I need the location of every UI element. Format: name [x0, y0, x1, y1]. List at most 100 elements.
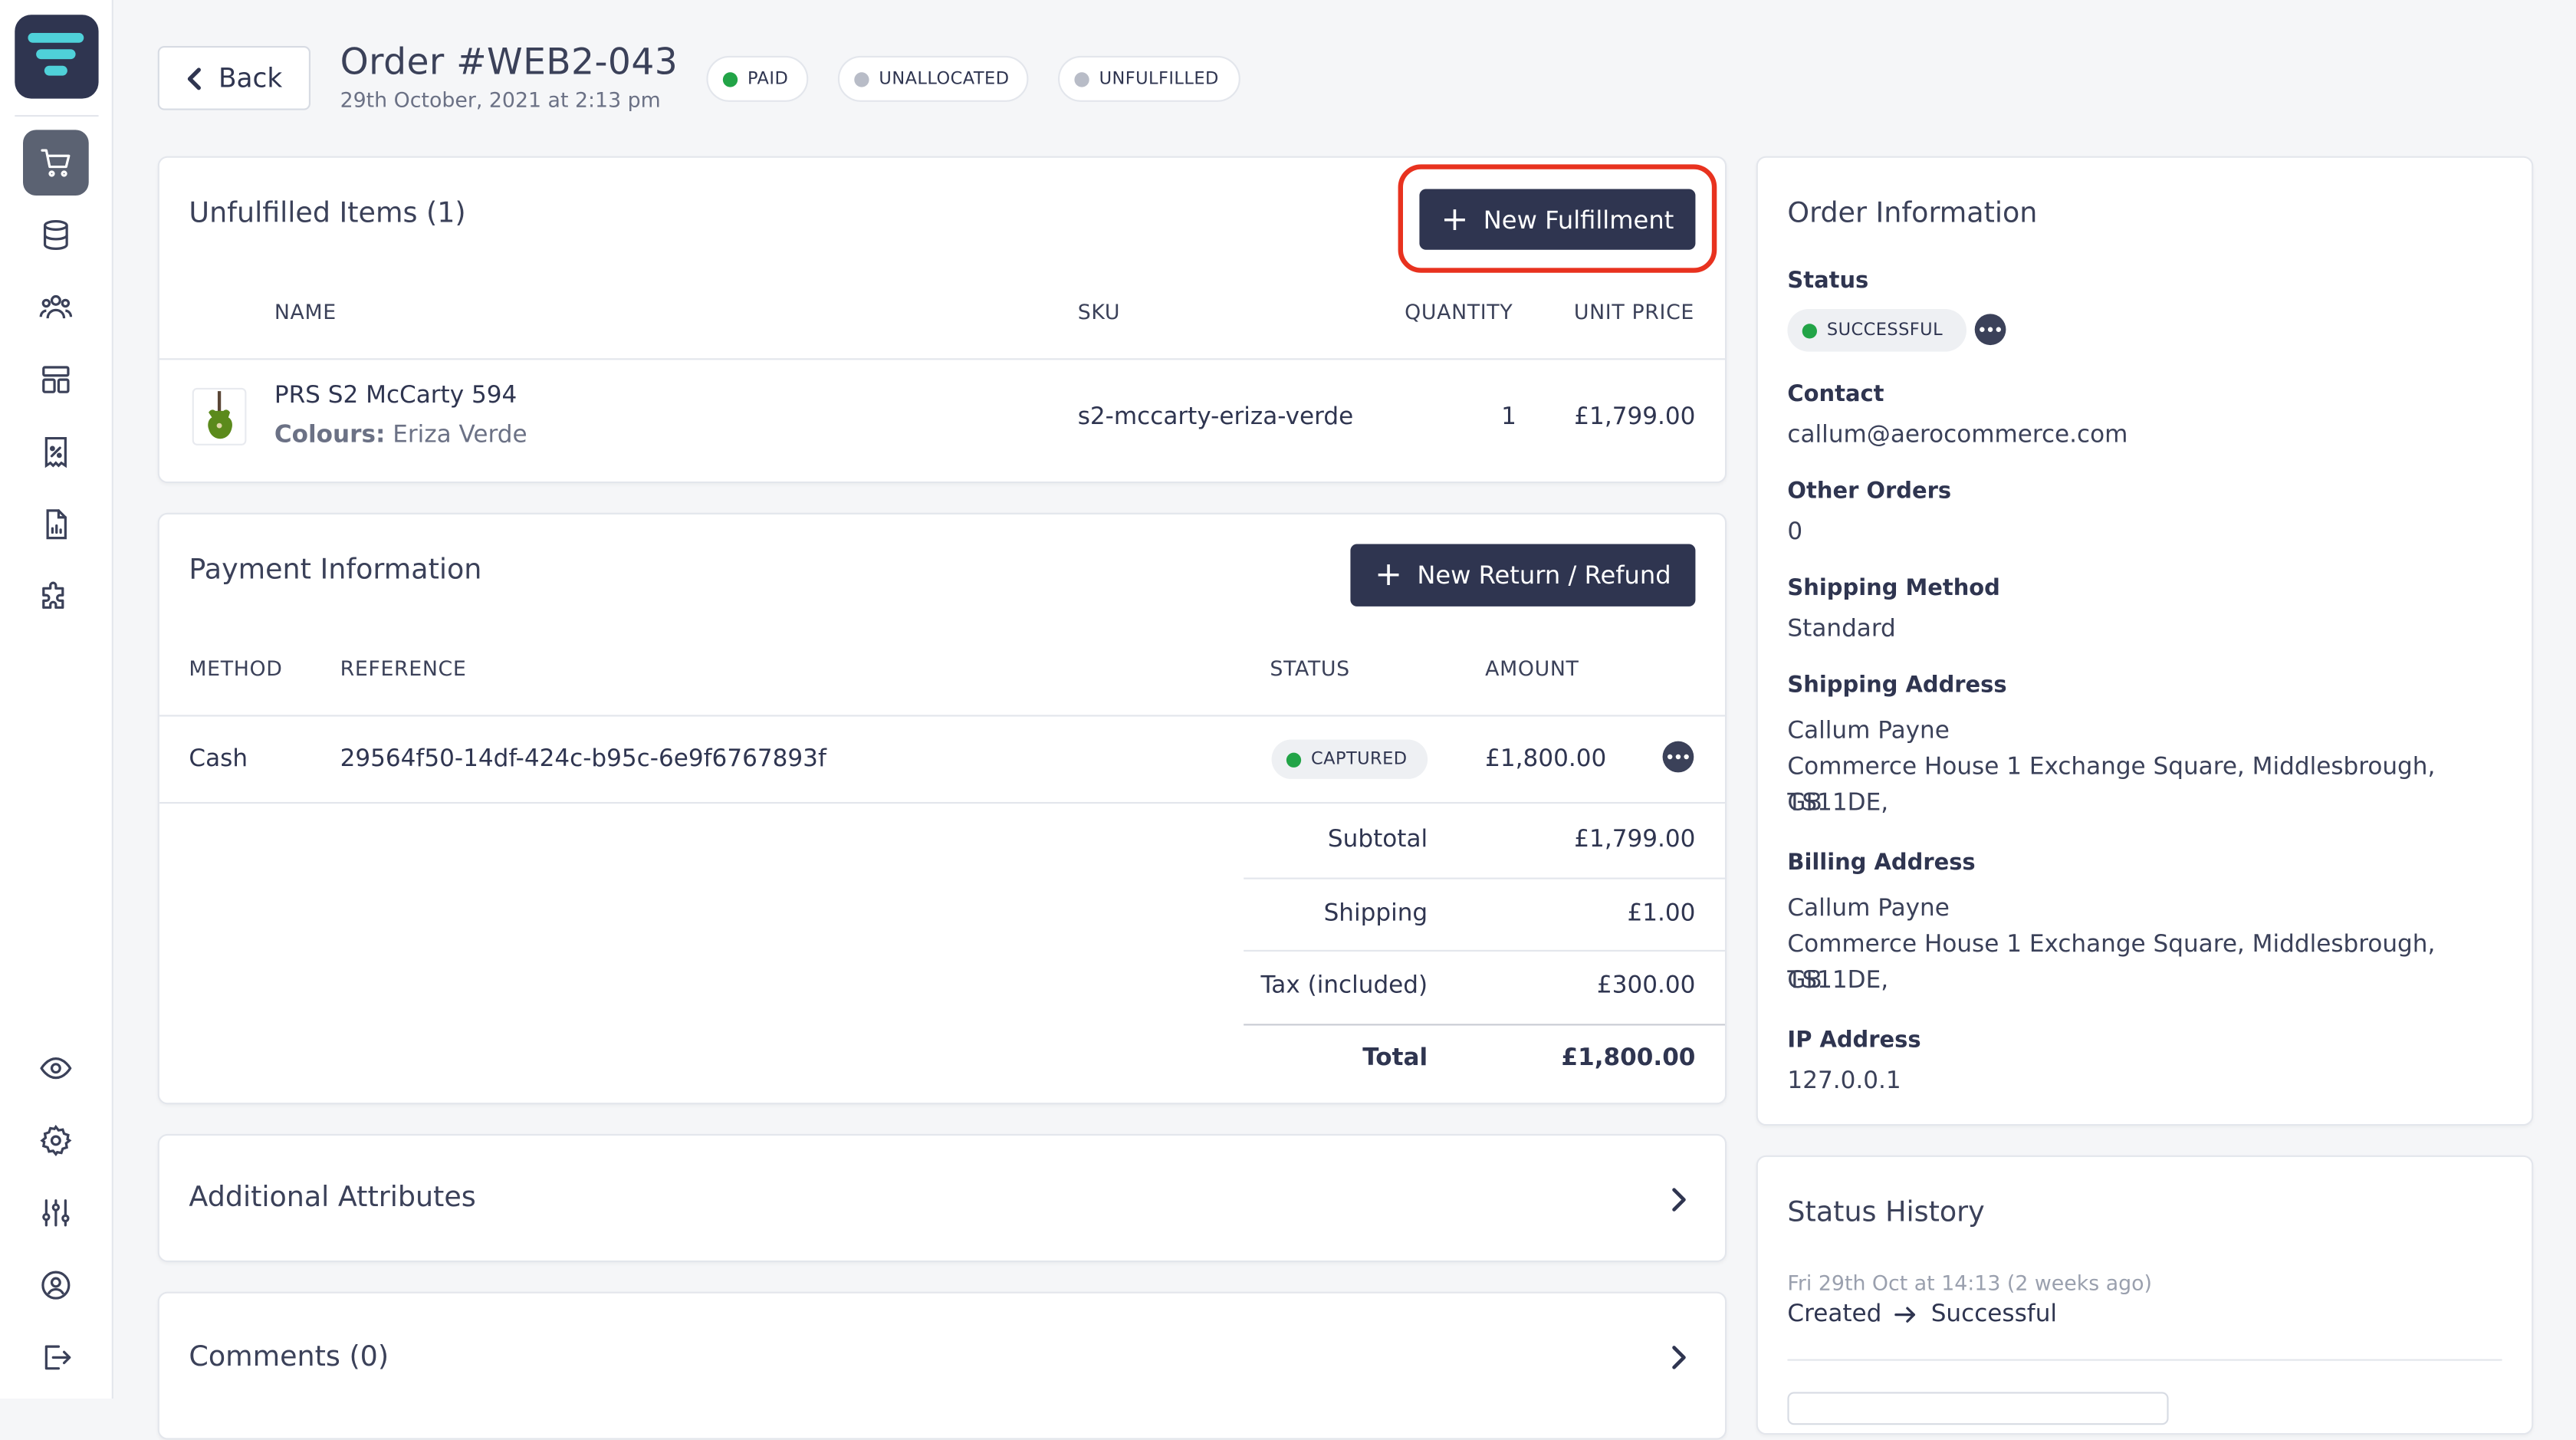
tax-label: Tax (included): [1260, 972, 1428, 1000]
product-unit-price: £1,799.00: [1574, 404, 1696, 431]
column-header-method[interactable]: METHOD: [189, 656, 282, 680]
other-orders-label: Other Orders: [1787, 478, 1952, 505]
totals-divider: [1244, 949, 1725, 952]
sidebar-item-logout[interactable]: [23, 1325, 89, 1391]
badge-label: UNFULFILLED: [1099, 69, 1219, 89]
payment-information-card: Payment Information + New Return / Refun…: [157, 512, 1727, 1105]
history-to-status: Successful: [1930, 1301, 2058, 1328]
sidebar-item-modules[interactable]: [23, 564, 89, 630]
payment-reference: 29564f50-14df-424c-b95c-6e9f6767893f: [340, 746, 826, 773]
column-header-quantity[interactable]: QUANTITY: [1405, 299, 1513, 324]
user-circle-icon: [41, 1271, 71, 1300]
additional-attributes-card[interactable]: Additional Attributes: [157, 1133, 1727, 1263]
history-transition: Created Successful: [1787, 1302, 2057, 1328]
column-header-status[interactable]: STATUS: [1270, 656, 1349, 680]
column-header-name[interactable]: NAME: [274, 299, 337, 324]
sliders-icon: [42, 1199, 70, 1227]
product-name[interactable]: PRS S2 McCarty 594: [274, 383, 517, 409]
payment-amount: £1,800.00: [1485, 746, 1607, 773]
order-date: 29th October, 2021 at 2:13 pm: [340, 87, 661, 112]
sidebar-item-preview[interactable]: [23, 1035, 89, 1101]
chevron-left-icon: [187, 67, 201, 90]
logo-icon: [28, 32, 84, 76]
ip-address-value: 127.0.0.1: [1787, 1068, 1901, 1095]
gear-icon: [40, 1124, 72, 1157]
new-fulfillment-label: New Fulfillment: [1483, 204, 1674, 235]
history-divider: [1787, 1359, 2502, 1361]
total-label: Total: [1362, 1045, 1428, 1072]
app-logo[interactable]: [15, 15, 99, 99]
new-fulfillment-button[interactable]: + New Fulfillment: [1419, 189, 1696, 250]
database-icon: [43, 220, 68, 250]
sidebar-item-configuration[interactable]: [23, 1180, 89, 1246]
status-label: Status: [1787, 268, 1869, 294]
unfulfilled-items-card: Unfulfilled Items (1) + New Fulfillment …: [157, 156, 1727, 484]
status-history-card: Status History Fri 29th Oct at 14:13 (2 …: [1756, 1155, 2534, 1435]
column-header-amount[interactable]: AMOUNT: [1485, 656, 1579, 680]
column-header-reference[interactable]: REFERENCE: [340, 656, 467, 680]
billing-address-line: Commerce House 1 Exchange Square, Middle…: [1787, 932, 2436, 995]
page-title: Order #WEB2-043: [340, 42, 678, 84]
chevron-right-icon[interactable]: [1671, 1344, 1687, 1370]
chevron-right-icon[interactable]: [1671, 1186, 1687, 1212]
new-return-refund-button[interactable]: + New Return / Refund: [1350, 544, 1696, 607]
arrow-right-icon: [1895, 1307, 1916, 1323]
sidebar-item-settings[interactable]: [23, 1108, 89, 1174]
sidebar-item-reports[interactable]: [23, 492, 89, 557]
guitar-image: [208, 391, 232, 439]
column-header-unit-price[interactable]: UNIT PRICE: [1574, 299, 1694, 324]
more-options-icon[interactable]: [1662, 741, 1694, 773]
shipping-label: Shipping: [1323, 900, 1428, 927]
totals-divider: [1244, 1024, 1725, 1026]
sidebar-item-catalog[interactable]: [23, 202, 89, 268]
sidebar-item-customers[interactable]: [23, 275, 89, 340]
contact-email[interactable]: callum@aerocommerce.com: [1787, 417, 2128, 453]
order-status-value: SUCCESSFUL: [1826, 320, 1944, 340]
back-button[interactable]: Back: [157, 46, 310, 110]
product-option: Colours: Eriza Verde: [274, 422, 527, 449]
plus-icon: +: [1441, 198, 1469, 238]
table-row[interactable]: PRS S2 McCarty 594 Colours: Eriza Verde …: [159, 360, 1725, 483]
column-header-sku[interactable]: SKU: [1078, 299, 1120, 324]
additional-attributes-title: Additional Attributes: [189, 1182, 476, 1215]
comments-card[interactable]: Comments (0): [157, 1291, 1727, 1440]
logout-icon: [44, 1345, 71, 1370]
other-orders-value[interactable]: 0: [1787, 515, 1802, 551]
shipping-address-name: Callum Payne: [1787, 718, 1950, 745]
shipping-value: £1.00: [1627, 900, 1696, 927]
order-information-card: Order Information Status SUCCESSFUL Cont…: [1756, 156, 2534, 1126]
shipping-address-country: GB: [1787, 790, 1822, 817]
cart-icon: [41, 149, 71, 177]
contact-label: Contact: [1787, 381, 1884, 408]
total-value: £1,800.00: [1561, 1045, 1696, 1072]
status-badge-unfulfilled: UNFULFILLED: [1058, 55, 1240, 102]
payment-status-label: CAPTURED: [1311, 749, 1408, 770]
tax-value: £300.00: [1596, 972, 1696, 1000]
comments-title: Comments (0): [189, 1340, 389, 1374]
option-value: Eriza Verde: [393, 422, 527, 449]
sidebar-item-promotions[interactable]: [23, 419, 89, 485]
more-options-icon[interactable]: [1974, 314, 2006, 346]
order-status-badge: SUCCESSFUL: [1787, 308, 1967, 352]
back-button-label: Back: [219, 62, 283, 94]
payment-status-badge: CAPTURED: [1271, 739, 1428, 779]
billing-address-name: Callum Payne: [1787, 896, 1950, 922]
layout-icon: [42, 366, 70, 393]
sidebar-item-account[interactable]: [23, 1252, 89, 1318]
history-input[interactable]: [1787, 1392, 2169, 1425]
status-badge-unallocated: UNALLOCATED: [837, 55, 1029, 102]
billing-address-label: Billing Address: [1787, 850, 1976, 876]
badge-label: PAID: [747, 69, 789, 89]
status-dot: [1074, 71, 1089, 87]
status-badge-paid: PAID: [706, 55, 809, 102]
table-row[interactable]: Cash 29564f50-14df-424c-b95c-6e9f6767893…: [159, 716, 1725, 801]
sidebar-item-orders[interactable]: [23, 130, 89, 196]
users-icon: [39, 294, 73, 319]
report-icon: [46, 509, 67, 540]
status-dot: [1802, 323, 1817, 338]
option-label: Colours:: [274, 422, 386, 449]
order-information-title: Order Information: [1787, 197, 2038, 231]
table-divider: [159, 801, 1725, 804]
shipping-method-label: Shipping Method: [1787, 575, 2000, 602]
sidebar-item-content[interactable]: [23, 347, 89, 413]
